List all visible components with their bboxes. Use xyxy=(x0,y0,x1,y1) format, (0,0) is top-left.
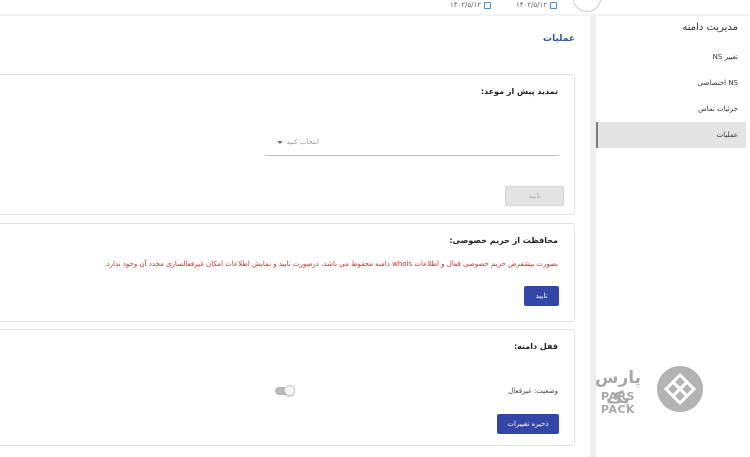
renewal-period-select[interactable]: انتخاب کنید xyxy=(265,131,559,156)
sidebar-item-label: تغییر NS xyxy=(712,53,738,61)
sidebar-item-operations[interactable]: عملیات xyxy=(596,122,746,148)
select-placeholder: انتخاب کنید xyxy=(277,138,319,146)
sidebar-item-label: عملیات xyxy=(716,131,738,139)
calendar-icon xyxy=(484,1,492,9)
caret-down-icon xyxy=(277,140,284,144)
domain-lock-title: قفل دامنه: xyxy=(513,342,558,351)
renewal-title: تمدید پیش از موعد: xyxy=(480,87,558,96)
privacy-warning: بصورت پیشفرض حریم خصوصی فعال و اطلاعات w… xyxy=(104,260,558,268)
lock-toggle[interactable] xyxy=(275,385,295,396)
privacy-card: محافظت از حریم خصوصی: بصورت پیشفرض حریم … xyxy=(0,223,575,322)
sidebar-item-label: NS اختصاصی xyxy=(697,79,738,87)
sidebar-title: مدیریت دامنه xyxy=(682,22,738,33)
date-item: ۱۴۰۲/۵/۱۲ xyxy=(516,0,558,10)
date-text: ۱۴۰۲/۵/۱۲ xyxy=(450,1,482,9)
lock-status-label: وضعیت: غیرفعال xyxy=(508,387,558,395)
logo-mark-icon xyxy=(657,366,703,412)
date-text: ۱۴۰۲/۵/۱۲ xyxy=(516,1,548,9)
privacy-confirm-button[interactable]: تایید xyxy=(524,286,559,306)
calendar-icon xyxy=(550,1,558,9)
renewal-confirm-button[interactable]: تایید xyxy=(505,186,564,206)
main-content: عملیات تمدید پیش از موعد: انتخاب کنید تا… xyxy=(0,16,590,457)
sidebar-item-label: جزئیات تماس xyxy=(698,105,738,113)
domain-lock-card: قفل دامنه: وضعیت: غیرفعال ذخیره تغییرات xyxy=(0,329,575,446)
sidebar-item-change-ns[interactable]: تغییر NS xyxy=(596,44,746,70)
sidebar-item-contact-details[interactable]: جزئیات تماس xyxy=(596,96,746,122)
page-title: عملیات xyxy=(543,34,575,44)
logo-text-en: PARS PACK xyxy=(600,390,636,416)
top-bar: ۱۴۰۲/۵/۱۲ ۱۴۰۲/۵/۱۲ xyxy=(0,0,750,14)
parspack-logo: پارس پک PARS PACK xyxy=(583,366,705,416)
privacy-title: محافظت از حریم خصوصی: xyxy=(449,236,558,245)
renewal-card: تمدید پیش از موعد: انتخاب کنید تایید xyxy=(0,74,575,215)
toggle-knob xyxy=(284,385,295,396)
save-changes-button[interactable]: ذخیره تغییرات xyxy=(497,414,559,434)
date-item: ۱۴۰۲/۵/۱۲ xyxy=(450,0,492,10)
sidebar-item-private-ns[interactable]: NS اختصاصی xyxy=(596,70,746,96)
